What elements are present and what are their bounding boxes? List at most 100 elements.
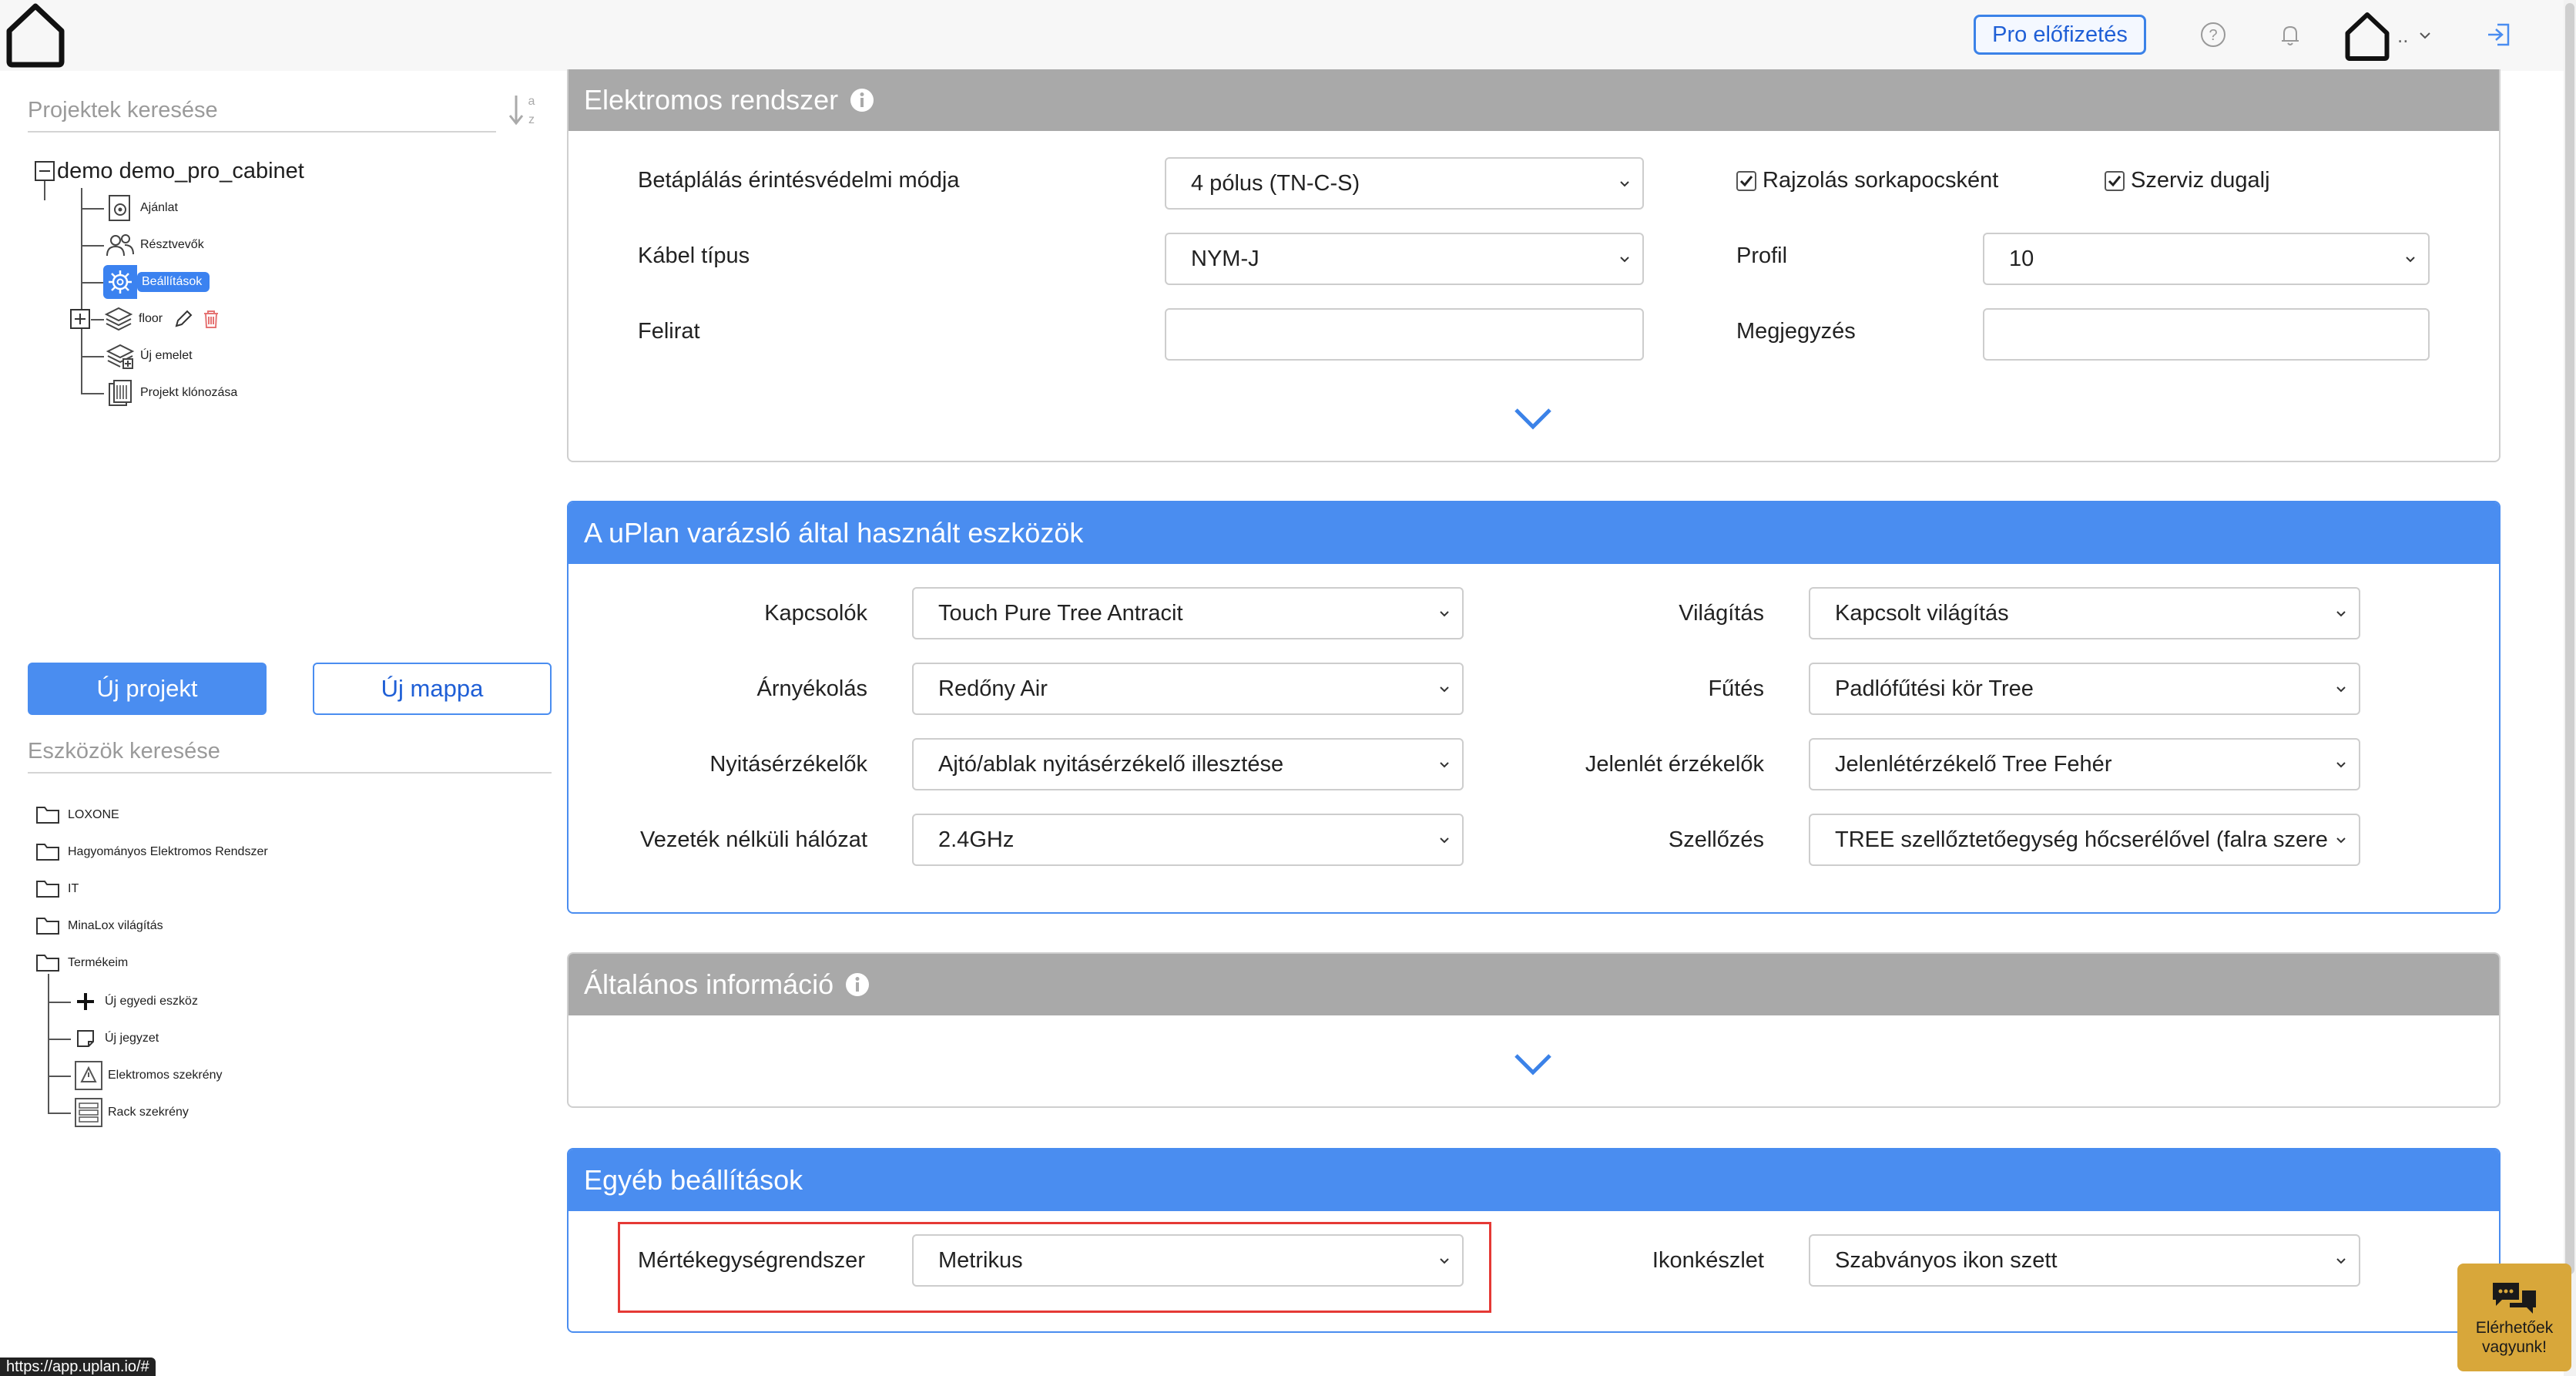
tool-folder-label[interactable]: Hagyományos Elektromos Rendszer bbox=[68, 845, 268, 859]
heating-select[interactable]: Padlófűtési kör Tree bbox=[1809, 663, 2360, 715]
ventilation-select[interactable]: TREE szellőztetőegység hőcserélővel (fal… bbox=[1809, 814, 2360, 866]
lighting-value: Kapcsolt világítás bbox=[1835, 600, 2009, 626]
tool-item-uj-egyedi-eszkoz[interactable]: Új egyedi eszköz bbox=[74, 983, 198, 1020]
tree-item-beallitasok[interactable]: Beállítások bbox=[103, 263, 210, 300]
expand-chevron-icon[interactable] bbox=[1511, 404, 1555, 431]
tool-folder-label[interactable]: LOXONE bbox=[68, 808, 119, 822]
tree-item-projekt-klonozasa[interactable]: Projekt klónozása bbox=[103, 374, 237, 411]
shading-select[interactable]: Redőny Air bbox=[912, 663, 1464, 715]
svg-text:?: ? bbox=[2209, 27, 2217, 44]
info-icon[interactable] bbox=[849, 87, 875, 113]
top-bar: Pro előfizetés ? .. bbox=[0, 0, 2576, 71]
tool-item-label[interactable]: Elektromos szekrény bbox=[108, 1069, 223, 1082]
tool-item-label[interactable]: Új egyedi eszköz bbox=[105, 995, 198, 1009]
heating-label: Fűtés bbox=[1708, 676, 1764, 701]
note-textarea[interactable] bbox=[1983, 308, 2430, 361]
project-root[interactable]: demo demo_pro_cabinet bbox=[34, 153, 304, 190]
other-settings-header[interactable]: Egyéb beállítások bbox=[569, 1149, 2499, 1211]
uplan-logo-icon[interactable] bbox=[2, 0, 69, 68]
tool-item-label[interactable]: Rack szekrény bbox=[108, 1106, 189, 1119]
tree-item-uj-emelet[interactable]: Új emelet bbox=[103, 337, 193, 374]
service-socket-checkbox[interactable]: Szerviz dugalj bbox=[2105, 168, 2270, 193]
page-scrollbar[interactable] bbox=[2564, 0, 2576, 1376]
electrical-system-header[interactable]: Elektromos rendszer bbox=[569, 69, 2499, 131]
general-info-header[interactable]: Általános információ bbox=[569, 954, 2499, 1015]
checkbox-checked-icon[interactable] bbox=[2105, 170, 2125, 191]
tree-item-label[interactable]: Beállítások bbox=[137, 272, 210, 292]
note-label: Megjegyzés bbox=[1736, 319, 1856, 344]
lighting-select[interactable]: Kapcsolt világítás bbox=[1809, 587, 2360, 639]
chat-widget[interactable]: Elérhetőek vagyunk! bbox=[2457, 1264, 2571, 1371]
expand-chevron-icon[interactable] bbox=[1511, 1049, 1555, 1077]
edit-pencil-icon[interactable] bbox=[172, 307, 195, 331]
tree-item-ajanlat[interactable]: Ajánlat bbox=[103, 190, 178, 227]
tool-item-uj-jegyzet[interactable]: Új jegyzet bbox=[74, 1020, 159, 1057]
page-scrollbar-thumb[interactable] bbox=[2565, 3, 2574, 1274]
wireless-network-label: Vezeték nélküli hálózat bbox=[639, 827, 867, 852]
bell-icon[interactable] bbox=[2272, 17, 2308, 52]
cable-type-select[interactable]: NYM-J bbox=[1165, 233, 1644, 285]
expand-icon[interactable] bbox=[69, 308, 91, 330]
tool-item-rack-szekreny[interactable]: Rack szekrény bbox=[74, 1094, 189, 1131]
presence-sensors-select[interactable]: Jelenlétérzékelő Tree Fehér bbox=[1809, 738, 2360, 790]
folder-icon bbox=[36, 807, 59, 824]
info-icon[interactable] bbox=[844, 972, 870, 998]
wizard-devices-header[interactable]: A uPlan varázsló által használt eszközök bbox=[569, 502, 2499, 564]
panel-title: Egyéb beállítások bbox=[584, 1164, 803, 1196]
tool-search-input[interactable] bbox=[28, 738, 552, 764]
shading-label: Árnyékolás bbox=[756, 676, 867, 701]
tree-item-label[interactable]: Projekt klónozása bbox=[140, 386, 237, 400]
supply-mode-select[interactable]: 4 pólus (TN-C-S) bbox=[1165, 157, 1644, 210]
profile-select[interactable]: 10 bbox=[1983, 233, 2430, 285]
tree-item-label[interactable]: Résztvevők bbox=[140, 238, 204, 252]
presence-sensors-label: Jelenlét érzékelők bbox=[1585, 752, 1764, 777]
switches-select[interactable]: Touch Pure Tree Antracit bbox=[912, 587, 1464, 639]
new-folder-button[interactable]: Új mappa bbox=[313, 663, 552, 715]
tool-folder-minalox[interactable]: MinaLox világítás bbox=[35, 908, 163, 945]
opening-sensors-select[interactable]: Ajtó/ablak nyitásérzékelő illesztése bbox=[912, 738, 1464, 790]
tree-item-label[interactable]: Új emelet bbox=[140, 349, 193, 363]
project-root-label[interactable]: demo demo_pro_cabinet bbox=[57, 159, 304, 184]
collapse-icon[interactable] bbox=[34, 160, 55, 182]
chat-bubbles-icon bbox=[2493, 1282, 2536, 1314]
opening-sensors-label: Nyitásérzékelők bbox=[709, 752, 867, 777]
tool-folder-it[interactable]: IT bbox=[35, 871, 79, 908]
tool-item-label[interactable]: Új jegyzet bbox=[105, 1032, 159, 1045]
tree-item-label[interactable]: Ajánlat bbox=[140, 201, 178, 215]
caption-input[interactable] bbox=[1165, 308, 1644, 361]
switches-label: Kapcsolók bbox=[764, 601, 867, 626]
logout-icon[interactable] bbox=[2482, 17, 2517, 52]
tool-folder-label[interactable]: Termékeim bbox=[68, 956, 128, 970]
draw-terminal-checkbox[interactable]: Rajzolás sorkapocsként bbox=[1736, 168, 1998, 193]
delete-trash-icon[interactable] bbox=[200, 307, 223, 331]
project-search-input[interactable] bbox=[28, 97, 496, 123]
chevron-down-icon bbox=[1440, 837, 1449, 844]
chat-widget-line2: vagyunk! bbox=[2481, 1338, 2547, 1356]
heating-value: Padlófűtési kör Tree bbox=[1835, 676, 2034, 701]
tool-folder-label[interactable]: MinaLox világítás bbox=[68, 919, 163, 933]
tree-item-floor[interactable]: floor bbox=[69, 300, 223, 337]
tool-folder-termekeim[interactable]: Termékeim bbox=[35, 945, 128, 982]
user-name-truncated: .. bbox=[2397, 23, 2409, 47]
iconset-select[interactable]: Szabványos ikon szett bbox=[1809, 1234, 2360, 1287]
wireless-network-select[interactable]: 2.4GHz bbox=[912, 814, 1464, 866]
tool-folder-hagyomanyos[interactable]: Hagyományos Elektromos Rendszer bbox=[35, 834, 268, 871]
new-project-button[interactable]: Új projekt bbox=[28, 663, 267, 715]
tool-search[interactable] bbox=[28, 730, 552, 774]
user-menu[interactable]: .. bbox=[2342, 5, 2434, 66]
checkbox-checked-icon[interactable] bbox=[1736, 170, 1756, 191]
tool-folder-label[interactable]: IT bbox=[68, 882, 79, 896]
tree-item-label[interactable]: floor bbox=[139, 312, 163, 326]
help-icon[interactable]: ? bbox=[2195, 17, 2231, 52]
panel-title: A uPlan varázsló által használt eszközök bbox=[584, 517, 1084, 549]
chevron-down-icon bbox=[2336, 1258, 2346, 1264]
tool-item-elektromos-szekreny[interactable]: Elektromos szekrény bbox=[74, 1057, 223, 1094]
user-avatar-icon bbox=[2345, 12, 2390, 61]
svg-text:z: z bbox=[528, 113, 535, 126]
sort-az-icon[interactable]: a z bbox=[505, 89, 541, 133]
pro-subscription-button[interactable]: Pro előfizetés bbox=[1974, 15, 2146, 55]
tool-folder-loxone[interactable]: LOXONE bbox=[35, 797, 119, 834]
supply-mode-label: Betáplálás érintésvédelmi módja bbox=[638, 168, 960, 193]
tree-item-resztvevok[interactable]: Résztvevők bbox=[103, 227, 204, 263]
project-search[interactable] bbox=[28, 89, 496, 133]
